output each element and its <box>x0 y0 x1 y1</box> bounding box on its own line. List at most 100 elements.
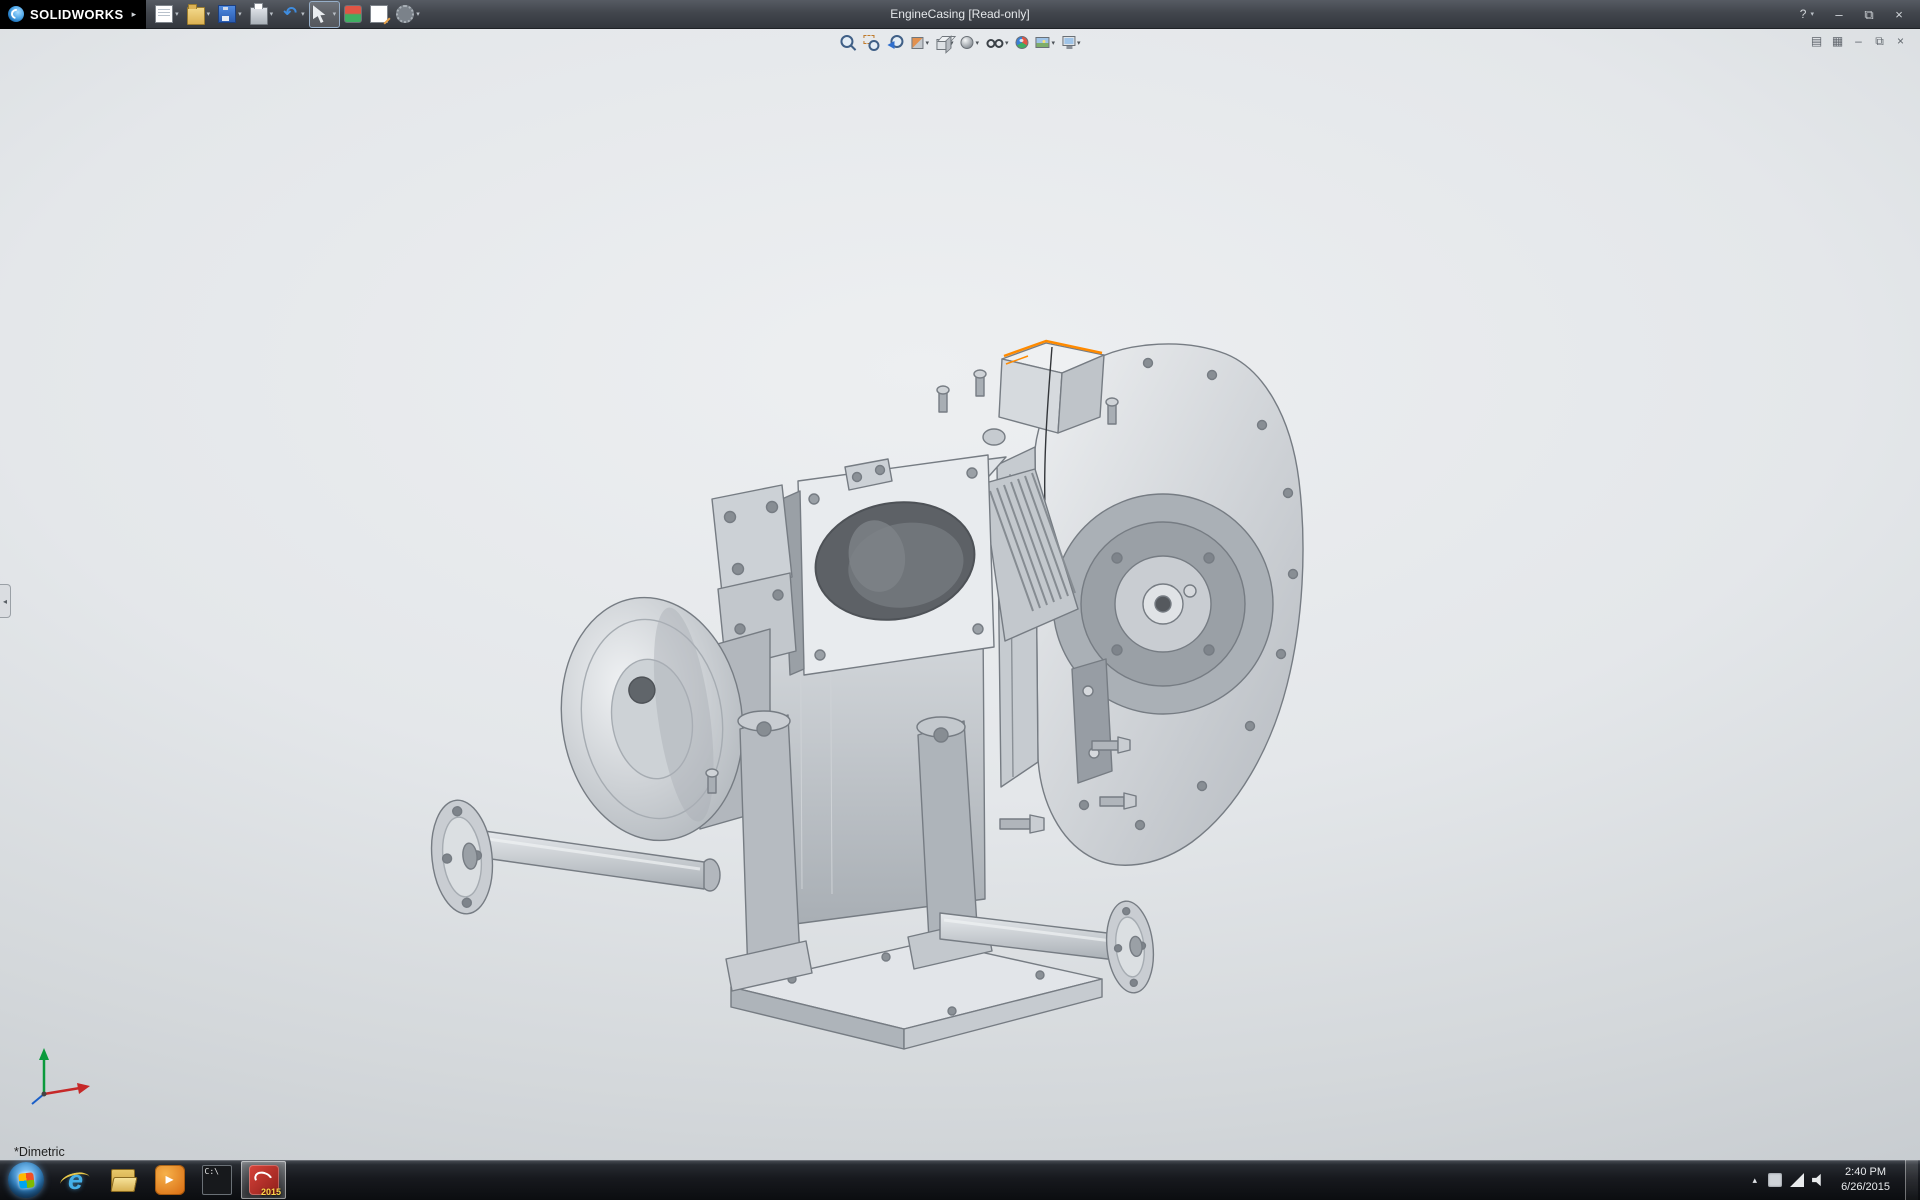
menu-flyout-arrow-icon[interactable]: ▸ <box>132 9 137 20</box>
open-button[interactable]: ▾ <box>184 2 214 27</box>
taskbar-solidworks-2015[interactable]: 2015 <box>241 1161 286 1199</box>
dassault-3ds-logo-icon <box>8 6 24 22</box>
save-icon <box>218 5 236 23</box>
window-controls: –⧉× <box>1824 3 1914 25</box>
pane-grid-button[interactable]: ▦ <box>1828 32 1847 50</box>
zoom-to-area-button[interactable] <box>861 32 882 53</box>
volume-icon <box>1812 1173 1826 1187</box>
network-icon[interactable] <box>1790 1173 1804 1187</box>
new-document-button[interactable]: ▾ <box>152 2 182 27</box>
glyph-icon: ▤ <box>1811 35 1822 47</box>
tray-icons <box>1768 1173 1826 1187</box>
taskbar-clock[interactable]: 2:40 PM 6/26/2015 <box>1833 1165 1898 1195</box>
taskbar-internet-explorer[interactable]: e <box>53 1161 98 1199</box>
options-icon <box>396 5 414 23</box>
dropdown-arrow-icon[interactable]: ▾ <box>1077 39 1081 47</box>
close-document-button[interactable]: × <box>1891 32 1910 50</box>
view-orientation-label: *Dimetric <box>14 1145 65 1159</box>
zoomfit-icon <box>839 34 856 51</box>
engine-casing-model[interactable] <box>0 29 1920 1160</box>
cmd-icon: C:\ <box>202 1165 232 1195</box>
app-badge: 2015 <box>261 1187 281 1197</box>
pane-left-button[interactable]: ▤ <box>1807 32 1826 50</box>
glyph-icon: × <box>1897 35 1904 47</box>
dropdown-arrow-icon[interactable]: ▾ <box>333 10 337 18</box>
previous-view-button[interactable] <box>885 32 906 53</box>
dropdown-arrow-icon[interactable]: ▾ <box>1005 39 1009 47</box>
dropdown-arrow-icon[interactable]: ▾ <box>925 39 929 47</box>
prevview-icon <box>887 34 904 51</box>
view-settings-button[interactable]: ▾ <box>1060 37 1083 49</box>
dropdown-arrow-icon[interactable]: ▾ <box>238 10 242 18</box>
display-style-button[interactable]: ▾ <box>958 34 981 51</box>
close-window-button[interactable]: × <box>1884 3 1914 25</box>
restore-window-button[interactable]: ⧉ <box>1854 3 1884 25</box>
dropdown-arrow-icon[interactable]: ▾ <box>975 39 979 47</box>
section-view-button[interactable]: ▾ <box>909 35 931 51</box>
zoomarea-icon <box>863 34 880 51</box>
dropdown-arrow-icon[interactable]: ▾ <box>416 10 420 18</box>
start-button[interactable] <box>0 1160 52 1200</box>
glyph-icon: ▦ <box>1832 35 1843 47</box>
fileprops-icon <box>370 5 388 23</box>
section-icon <box>911 37 923 49</box>
media-icon: ▸ <box>155 1165 185 1195</box>
print-icon <box>250 7 268 25</box>
save-button[interactable]: ▾ <box>215 2 245 27</box>
rebuild-button[interactable] <box>341 2 365 27</box>
dropdown-arrow-icon[interactable]: ▾ <box>207 10 211 18</box>
file-properties-button[interactable] <box>367 2 391 27</box>
scene-icon <box>1036 37 1050 48</box>
vieworient-icon <box>936 39 948 50</box>
glyph-icon: – <box>1831 6 1848 23</box>
titlebar-right-controls: ? ▾ –⧉× <box>1792 3 1920 25</box>
show-desktop-button[interactable] <box>1905 1160 1918 1200</box>
hide-show-items-button[interactable]: ▾ <box>984 32 1011 53</box>
minimize-window-button[interactable]: – <box>1824 3 1854 25</box>
select-button[interactable]: ▾ <box>310 2 340 27</box>
dropdown-arrow-icon: ▾ <box>1810 10 1814 18</box>
dropdown-arrow-icon[interactable]: ▾ <box>301 10 305 18</box>
glyph-icon: – <box>1855 35 1862 47</box>
taskbar-pinned-items: e ▸ C:\ 2015 <box>52 1161 287 1199</box>
new-icon <box>155 5 173 23</box>
hideshow-icon <box>986 34 1003 51</box>
options-button[interactable]: ▾ <box>393 2 423 27</box>
help-button[interactable]: ? ▾ <box>1792 7 1822 21</box>
help-label: ? <box>1800 7 1807 21</box>
solidworks-logo-text: SOLIDWORKS <box>30 7 124 22</box>
dropdown-arrow-icon[interactable]: ▾ <box>270 10 274 18</box>
dispstyle-icon <box>960 36 973 49</box>
undo-button[interactable]: ↶▾ <box>278 2 308 27</box>
featuremanager-flyout-tab[interactable]: ◂ <box>0 584 11 618</box>
show-hidden-icons-button[interactable]: ▴ <box>1749 1171 1762 1190</box>
taskbar-media-player[interactable]: ▸ <box>147 1161 192 1199</box>
view-orientation-button[interactable]: ▾ <box>934 34 956 52</box>
taskbar-command-prompt[interactable]: C:\ <box>194 1161 239 1199</box>
trayapp-icon <box>1768 1173 1782 1187</box>
orientation-triad <box>22 1042 102 1114</box>
heads-up-view-toolbar: ▾ ▾ ▾ ▾ ▾ ▾ <box>837 32 1082 53</box>
viewsettings-icon <box>1062 36 1075 46</box>
volume-icon[interactable] <box>1812 1173 1826 1187</box>
dropdown-arrow-icon[interactable]: ▾ <box>175 10 179 18</box>
solidworks-logo[interactable]: SOLIDWORKS ▸ <box>0 0 146 29</box>
apply-scene-button[interactable]: ▾ <box>1034 35 1058 50</box>
taskbar-file-explorer[interactable] <box>100 1161 145 1199</box>
zoom-to-fit-button[interactable] <box>837 32 858 53</box>
title-bar: SOLIDWORKS ▸ ▾▾▾▾↶▾▾▾ EngineCasing [Read… <box>0 0 1920 29</box>
select-icon <box>313 5 331 23</box>
dropdown-arrow-icon[interactable]: ▾ <box>1052 39 1056 47</box>
clock-date: 6/26/2015 <box>1841 1180 1890 1195</box>
rebuild-icon <box>344 5 362 23</box>
print-button[interactable]: ▾ <box>247 2 277 27</box>
engine-casing-geometry <box>426 341 1303 1049</box>
tray-app-icon[interactable] <box>1768 1173 1782 1187</box>
restore-document-button[interactable]: ⧉ <box>1870 32 1889 50</box>
network-icon <box>1790 1173 1804 1187</box>
edit-appearance-button[interactable] <box>1014 34 1031 51</box>
appearance-icon <box>1016 36 1029 49</box>
taskbar: e ▸ C:\ 2015 ▴ 2:40 PM 6/26/2015 <box>0 1160 1920 1200</box>
graphics-area[interactable]: ▾ ▾ ▾ ▾ ▾ ▾ ▤ ▦–⧉ × ◂ *Dimetric <box>0 29 1920 1160</box>
minimize-document-button[interactable]: – <box>1849 32 1868 50</box>
